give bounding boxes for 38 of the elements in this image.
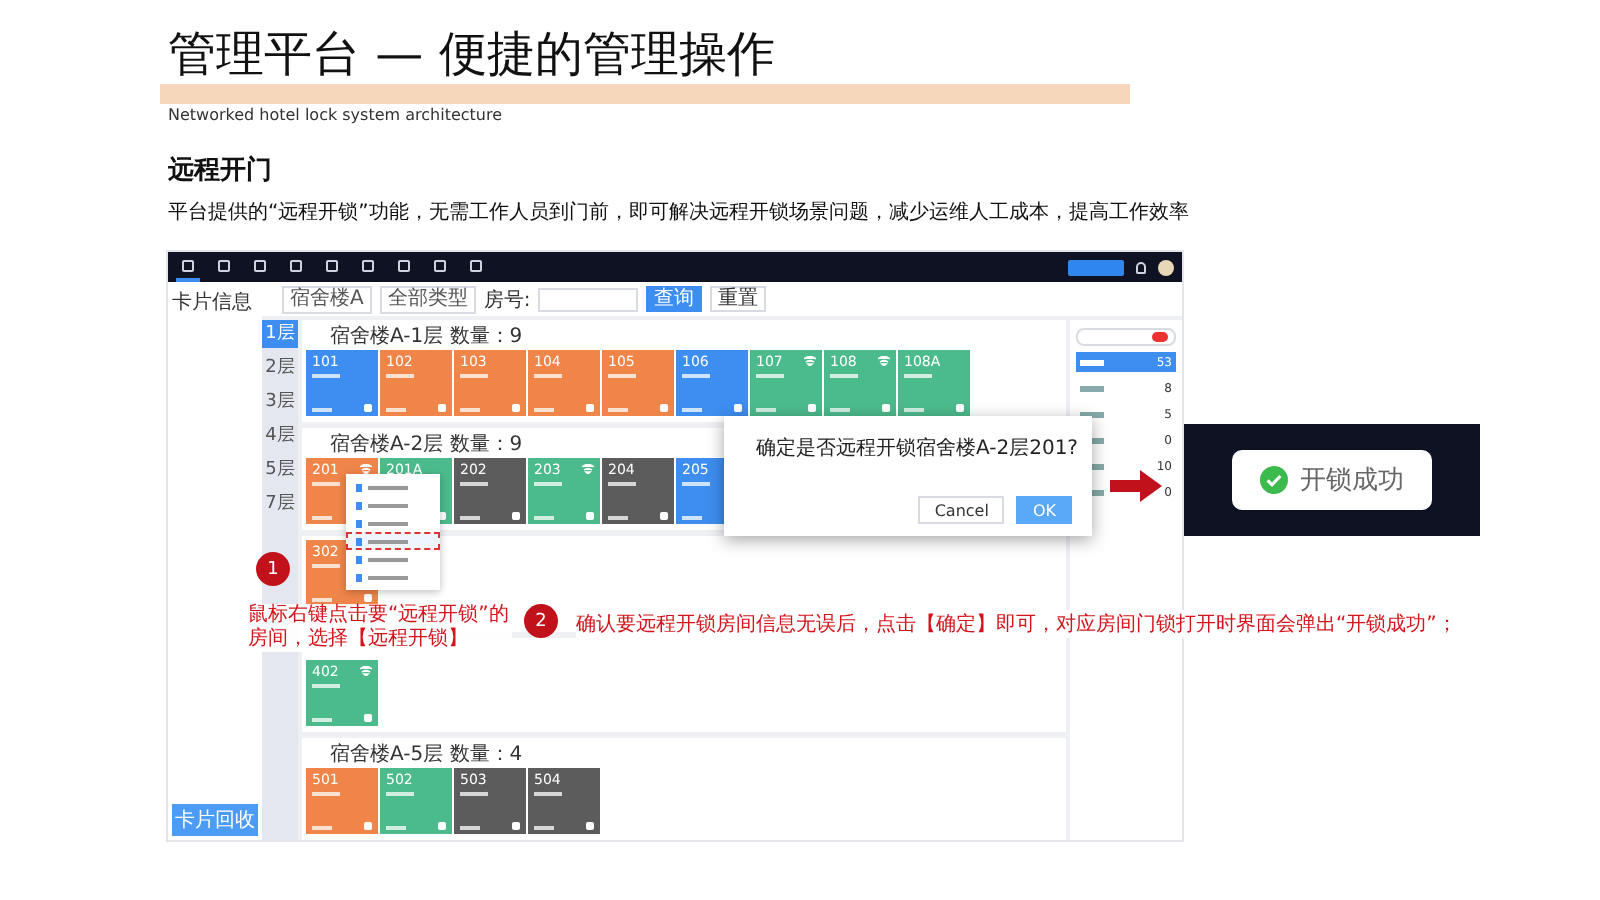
wifi-icon — [804, 356, 816, 366]
floor-header: 宿舍楼A-1层 数量：9 — [330, 324, 523, 350]
wifi-icon — [582, 464, 594, 474]
slide-subtitle: Networked hotel lock system architecture — [168, 106, 505, 124]
room-input[interactable] — [538, 287, 639, 311]
dialog-message: 确定是否远程开锁宿舍楼A-2层201? — [756, 435, 1078, 462]
type-select[interactable]: 全部类型 — [379, 285, 476, 313]
floor-tab[interactable]: 4层 — [262, 422, 298, 450]
step-text: 鼠标右键点击要“远程开锁”的房间，选择【远程开锁】 — [248, 604, 512, 652]
floor-tab[interactable]: 3层 — [262, 388, 298, 416]
check-circle-icon — [1260, 466, 1288, 494]
building-select[interactable]: 宿舍楼A — [282, 285, 372, 313]
description-text: 平台提供的“远程开锁”功能，无需工作人员到门前，即可解决远程开锁场景问题，减少运维人工成本，提高工作效率 — [168, 199, 1191, 226]
floor-tab[interactable]: 7层 — [262, 490, 298, 518]
menu-item[interactable] — [346, 532, 440, 550]
room-label: 房号: — [483, 287, 531, 313]
search-button[interactable]: 查询 — [646, 286, 703, 312]
floor-tab[interactable]: 5层 — [262, 456, 298, 484]
count-badge — [1152, 332, 1168, 342]
slide-title: 管理平台 — 便捷的管理操作 — [168, 24, 777, 84]
avatar-icon[interactable] — [1158, 259, 1174, 275]
floor-tab[interactable]: 2层 — [262, 354, 298, 382]
right-arrow-icon — [1110, 470, 1162, 502]
floor-header: 宿舍楼A-5层 数量：4 — [330, 742, 523, 768]
ok-button[interactable]: OK — [1016, 496, 1072, 524]
header-action-button[interactable] — [1068, 259, 1124, 275]
pending-pill[interactable] — [1076, 328, 1176, 346]
recycle-button[interactable]: 卡片回收 — [172, 804, 258, 836]
wifi-icon — [360, 666, 372, 676]
floor-tab[interactable]: 1层 — [262, 320, 298, 348]
toast-message: 开锁成功 — [1300, 464, 1404, 498]
floor-header: 宿舍楼A-2层 数量：9 — [330, 432, 523, 458]
panel-label: 卡片信息 — [172, 289, 254, 316]
wifi-icon — [878, 356, 890, 366]
section-title: 远程开门 — [168, 153, 274, 188]
reset-button[interactable]: 重置 — [710, 286, 767, 312]
bell-icon[interactable] — [1136, 261, 1146, 273]
cancel-button[interactable]: Cancel — [918, 496, 1005, 524]
